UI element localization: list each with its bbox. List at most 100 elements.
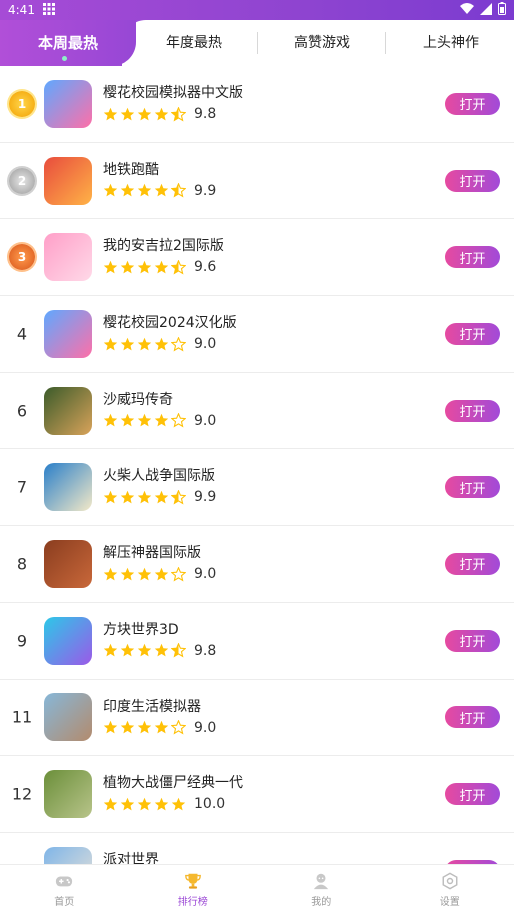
nav-ranking[interactable]: 排行榜: [129, 865, 258, 914]
star-icon: [137, 644, 152, 657]
ranking-list: 1 樱花校园模拟器中文版 9.8 打开 2 地铁跑酷 9.9 打开 3 我的安吉拉2国际版 9.6 打…: [0, 66, 514, 864]
status-bar: 4:41: [0, 0, 514, 20]
star-icon: [120, 567, 135, 581]
open-button[interactable]: 打开: [445, 322, 500, 345]
star-icon: [120, 107, 135, 120]
anime-girls-icon[interactable]: [44, 79, 92, 128]
star-icon: [171, 489, 186, 505]
open-button[interactable]: 打开: [445, 629, 500, 652]
star-icon: [171, 797, 186, 811]
india-street-icon[interactable]: [44, 693, 92, 742]
star-icon: [137, 490, 152, 504]
open-button[interactable]: 打开: [445, 92, 500, 115]
antistress-cube-icon[interactable]: [44, 539, 92, 588]
status-time: 4:41: [8, 3, 35, 17]
list-item[interactable]: 4 樱花校园2024汉化版 9.0 打开: [0, 296, 514, 373]
star-icon: [171, 259, 186, 275]
star-rating: 9.0: [103, 720, 216, 736]
open-button[interactable]: 打开: [445, 552, 500, 575]
rating-score: 9.8: [194, 642, 217, 659]
rating-score: 9.6: [194, 259, 217, 276]
star-icon: [171, 183, 186, 198]
list-item[interactable]: 9 方块世界3D 9.8 打开: [0, 603, 514, 680]
list-item[interactable]: 8 解压神器国际版 9.0 打开: [0, 526, 514, 603]
star-icon: [103, 720, 118, 734]
star-rating: 9.0: [103, 336, 216, 352]
list-item[interactable]: 11 印度生活模拟器 9.0 打开: [0, 680, 514, 757]
nav-home[interactable]: 首页: [0, 865, 129, 914]
star-icon: [137, 107, 152, 120]
ranking-tabs: 本周最热 年度最热 高赞游戏 上头神作: [0, 20, 514, 66]
open-button[interactable]: 打开: [445, 783, 500, 806]
anime-girls-icon[interactable]: [44, 309, 92, 358]
list-item[interactable]: 13派对世界打开: [0, 833, 514, 864]
star-rating: 9.6: [103, 259, 216, 275]
star-icon: [137, 183, 152, 197]
star-icon: [171, 643, 186, 658]
rating-score: 9.8: [194, 106, 217, 122]
nav-mine[interactable]: 我的: [257, 865, 386, 914]
block-world-icon[interactable]: [44, 616, 92, 665]
battery-icon: [498, 2, 506, 18]
rank-number: 2: [8, 167, 36, 194]
angela-cat-icon[interactable]: [44, 233, 92, 282]
tab-addictive[interactable]: 上头神作: [423, 32, 479, 52]
star-icon: [120, 490, 135, 504]
star-icon: [120, 644, 135, 657]
star-icon: [120, 260, 135, 274]
star-icon: [137, 720, 152, 734]
tab-top-rated[interactable]: 高赞游戏: [294, 32, 350, 52]
nav-label: 首页: [54, 896, 75, 908]
tab-label: 本周最热: [37, 33, 98, 52]
list-item[interactable]: 2 地铁跑酷 9.9 打开: [0, 143, 514, 220]
list-item[interactable]: 3 我的安吉拉2国际版 9.6 打开: [0, 219, 514, 297]
star-icon: [154, 567, 169, 581]
subway-runner-icon[interactable]: [44, 156, 92, 205]
star-icon: [120, 720, 135, 734]
star-icon: [103, 414, 118, 427]
nav-settings[interactable]: 设置: [386, 865, 514, 914]
star-icon: [171, 413, 186, 428]
open-button[interactable]: 打开: [445, 476, 500, 499]
rating-score: 10.0: [194, 796, 226, 813]
app-name: 地铁跑酷: [103, 161, 159, 178]
rank-number: 8: [16, 554, 28, 574]
star-icon: [103, 490, 118, 504]
app-name: 樱花校园模拟器中文版: [103, 85, 243, 101]
user-icon: [314, 873, 329, 889]
shawarma-chef-icon[interactable]: [44, 386, 92, 435]
open-button[interactable]: 打开: [445, 399, 500, 422]
app-name: 解压神器国际版: [103, 545, 201, 562]
star-icon: [120, 414, 135, 427]
star-icon: [103, 107, 118, 120]
rating-score: 9.9: [194, 489, 217, 506]
tab-weekly-hot[interactable]: 本周最热: [0, 20, 136, 66]
star-icon: [103, 183, 118, 197]
list-item[interactable]: 7 火柴人战争国际版 9.9 打开: [0, 449, 514, 527]
open-button[interactable]: 打开: [445, 706, 500, 729]
list-item[interactable]: 12 植物大战僵尸经典一代 10.0 打开: [0, 756, 514, 833]
star-rating: 10.0: [103, 796, 225, 812]
app-name: 派对世界: [103, 851, 159, 864]
wifi-icon: [460, 2, 474, 18]
tab-yearly-hot[interactable]: 年度最热: [166, 32, 222, 52]
rank-number: 3: [8, 244, 36, 271]
star-icon: [103, 644, 118, 657]
party-world-icon[interactable]: [44, 846, 92, 864]
rank-number: 6: [16, 401, 28, 421]
list-item[interactable]: 1 樱花校园模拟器中文版 9.8 打开: [0, 66, 514, 143]
star-icon: [171, 106, 186, 122]
stickman-archer-icon[interactable]: [44, 463, 92, 512]
zombie-face-icon[interactable]: [44, 770, 92, 819]
active-indicator-dot: [62, 56, 67, 61]
app-name: 樱花校园2024汉化版: [103, 315, 237, 332]
star-icon: [154, 490, 169, 504]
list-item[interactable]: 6 沙威玛传奇 9.0 打开: [0, 373, 514, 450]
star-icon: [154, 337, 169, 350]
open-button[interactable]: 打开: [445, 169, 500, 192]
star-icon: [154, 797, 169, 811]
star-icon: [171, 336, 186, 352]
star-icon: [103, 567, 118, 581]
star-icon: [154, 414, 169, 427]
open-button[interactable]: 打开: [445, 246, 500, 269]
